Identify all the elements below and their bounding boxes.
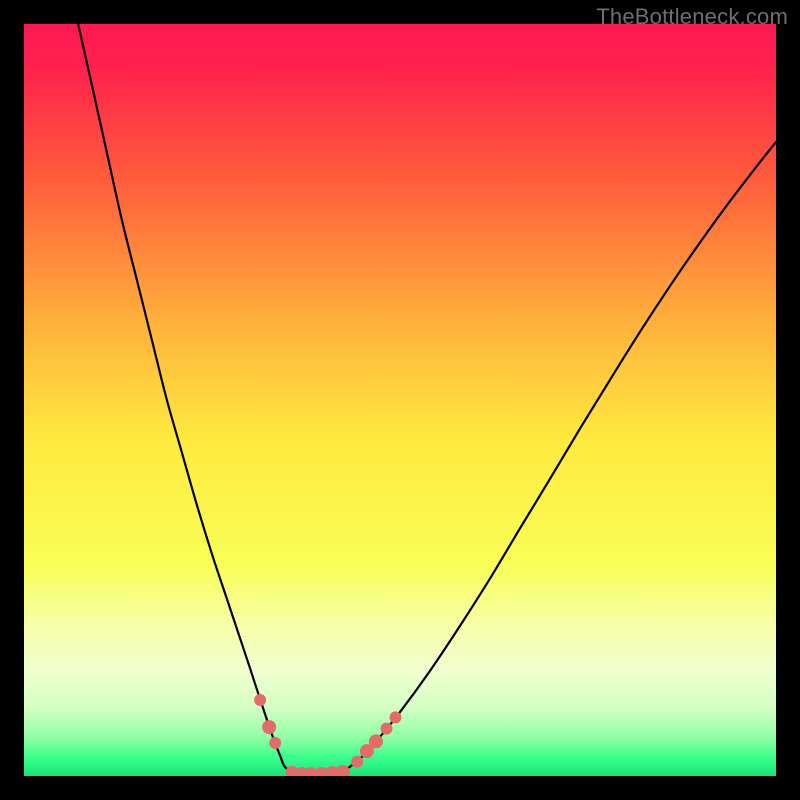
data-marker: [262, 720, 276, 734]
data-marker: [389, 711, 401, 723]
data-marker: [254, 694, 266, 706]
data-marker: [351, 756, 363, 768]
watermark-text: TheBottleneck.com: [596, 4, 788, 30]
data-marker: [380, 723, 392, 735]
data-marker: [269, 737, 281, 749]
chart-frame: [24, 24, 776, 776]
data-marker: [369, 734, 383, 748]
chart-svg: [24, 24, 776, 776]
gradient-background: [24, 24, 776, 776]
